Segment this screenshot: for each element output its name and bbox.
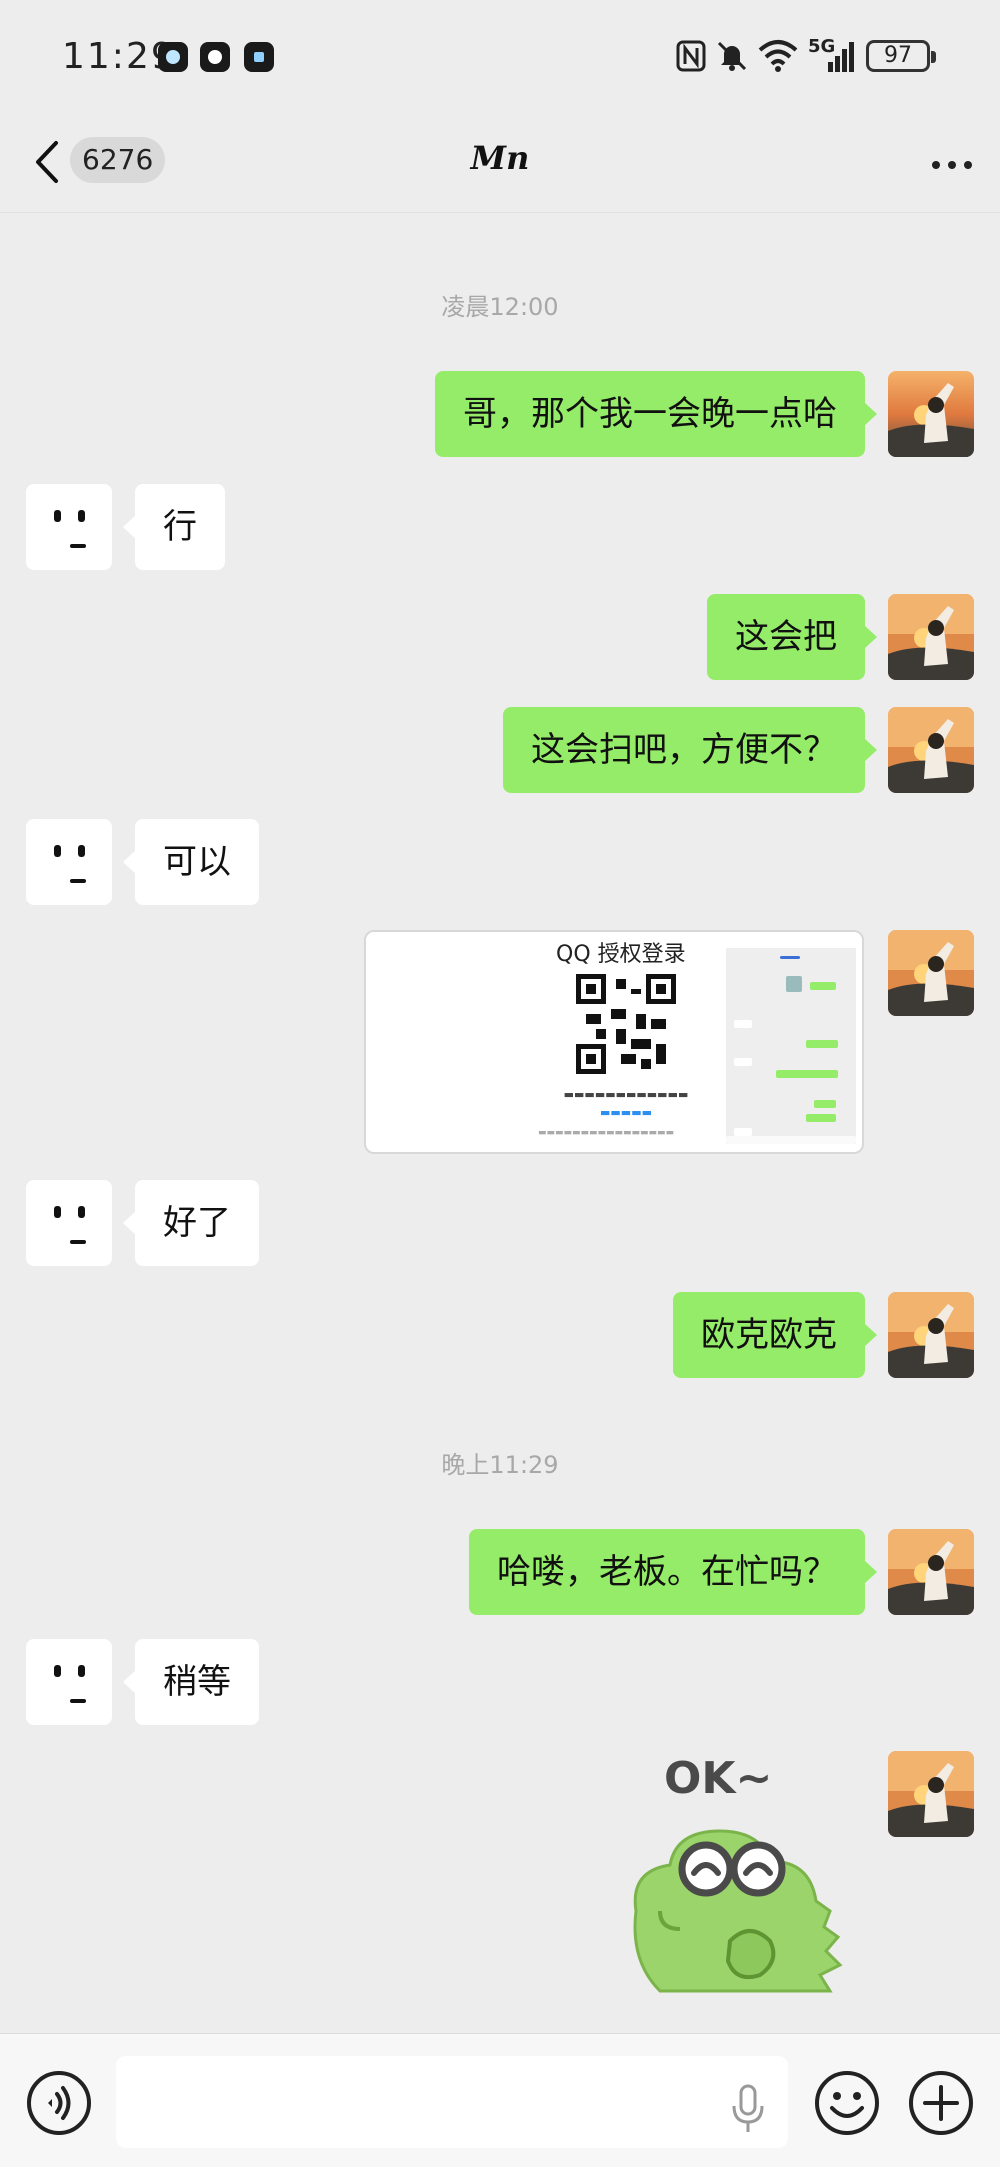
self-avatar[interactable] bbox=[888, 707, 974, 793]
message-bubble-self[interactable]: 哥，那个我一会晚一点哈 bbox=[435, 371, 877, 457]
contact-avatar[interactable] bbox=[26, 484, 112, 570]
self-avatar[interactable] bbox=[888, 594, 974, 680]
plus-icon[interactable] bbox=[908, 2070, 974, 2136]
sticker-message[interactable]: OK~ bbox=[620, 1753, 860, 2011]
message-bubble-self[interactable]: 欧克欧克 bbox=[673, 1292, 877, 1378]
self-avatar[interactable] bbox=[888, 1292, 974, 1378]
signal-icon bbox=[828, 42, 854, 72]
contact-avatar[interactable] bbox=[26, 819, 112, 905]
self-avatar[interactable] bbox=[888, 1529, 974, 1615]
timestamp: 晚上11:29 bbox=[441, 1451, 559, 1479]
mute-bell-icon bbox=[717, 41, 747, 71]
chat-header: 6276 Mn bbox=[0, 115, 1000, 213]
more-icon[interactable] bbox=[924, 145, 980, 185]
nfc-icon bbox=[676, 40, 706, 72]
qr-instruction: ▬▬▬▬▬▬▬▬▬▬▬▬ bbox=[563, 1088, 689, 1101]
input-bar bbox=[0, 2033, 1000, 2167]
message-bubble-self[interactable]: 哈喽，老板。在忙吗？ bbox=[469, 1529, 877, 1615]
frog-sticker-icon bbox=[633, 1829, 843, 1993]
embedded-screenshot bbox=[726, 948, 856, 1144]
image-message[interactable]: QQ 授权登录 ▬▬▬▬▬▬▬▬▬▬▬▬ ▬▬▬▬▬ ▬▬▬▬▬▬▬▬▬▬▬▬▬… bbox=[364, 930, 864, 1154]
qr-code-image bbox=[576, 974, 676, 1074]
notification-app-icon bbox=[158, 42, 188, 72]
emoji-icon[interactable] bbox=[814, 2070, 880, 2136]
status-bar: 11:29 5G 97 bbox=[0, 0, 1000, 115]
qr-link: ▬▬▬▬▬ bbox=[600, 1106, 652, 1119]
message-bubble-other[interactable]: 可以 bbox=[123, 819, 259, 905]
contact-avatar[interactable] bbox=[26, 1180, 112, 1266]
message-bubble-self[interactable]: 这会扫吧，方便不？ bbox=[503, 707, 877, 793]
voice-icon[interactable] bbox=[26, 2070, 92, 2136]
self-avatar[interactable] bbox=[888, 1751, 974, 1837]
image-caption: QQ 授权登录 bbox=[556, 942, 686, 967]
chat-title: Mn bbox=[470, 139, 530, 177]
self-avatar[interactable] bbox=[888, 371, 974, 457]
self-avatar[interactable] bbox=[888, 930, 974, 1016]
contact-avatar[interactable] bbox=[26, 1639, 112, 1725]
message-input[interactable] bbox=[116, 2056, 788, 2148]
message-bubble-other[interactable]: 好了 bbox=[123, 1180, 259, 1266]
notification-app-icon bbox=[244, 42, 274, 72]
message-bubble-other[interactable]: 行 bbox=[123, 484, 225, 570]
message-list[interactable]: 凌晨12:00 哥，那个我一会晚一点哈 行 这会把 这会扫吧，方便不？ 可以 Q… bbox=[0, 213, 1000, 2033]
message-bubble-other[interactable]: 稍等 bbox=[123, 1639, 259, 1725]
wifi-icon bbox=[758, 40, 798, 72]
battery-icon: 97 bbox=[866, 40, 936, 72]
timestamp: 凌晨12:00 bbox=[441, 293, 559, 321]
microphone-icon[interactable] bbox=[728, 2084, 768, 2134]
notification-app-icon bbox=[200, 42, 230, 72]
qr-footer: ▬▬▬▬▬▬▬▬▬▬▬▬▬▬▬▬ bbox=[537, 1128, 675, 1138]
message-bubble-self[interactable]: 这会把 bbox=[707, 594, 877, 680]
